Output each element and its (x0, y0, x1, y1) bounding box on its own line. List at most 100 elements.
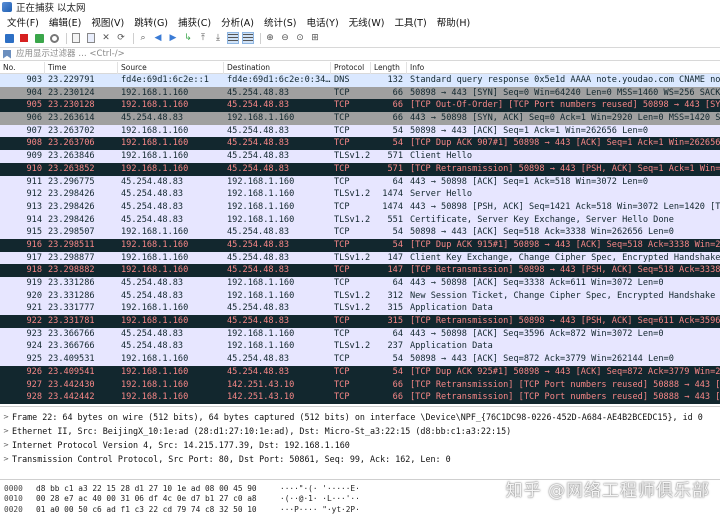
column-header-no[interactable]: No. (0, 62, 45, 74)
restart-icon[interactable] (33, 32, 45, 44)
packet-length: 66 (392, 392, 403, 403)
packet-row[interactable]: 916 23.298511 192.168.1.160 45.254.48.83 TCP… (0, 238, 720, 252)
packet-destination: 45.254.48.83 (227, 100, 290, 111)
bytes-hex[interactable]: 00 28 e7 ac 40 00 31 06 df 4c 0e d7 b1 2… (36, 494, 280, 503)
packet-row[interactable]: 910 23.263852 192.168.1.160 45.254.48.83 TCP… (0, 162, 720, 176)
packet-protocol: DNS (334, 75, 350, 85)
reload-icon[interactable]: ⟳ (115, 32, 127, 44)
close-file-icon[interactable]: ✕ (100, 32, 112, 44)
packet-length: 64 (392, 176, 403, 187)
expand-arrow-icon[interactable]: > (0, 427, 12, 435)
packet-row[interactable]: 915 23.298507 192.168.1.160 45.254.48.83 TCP… (0, 226, 720, 239)
packet-row[interactable]: 912 23.298426 45.254.48.83 192.168.1.160 TLS… (0, 188, 720, 201)
packet-time: 23.229791 (48, 75, 95, 85)
menu-help[interactable]: 帮助(H) (432, 15, 476, 29)
column-header-info[interactable]: Info (407, 62, 720, 74)
go-to-icon[interactable]: ↳ (182, 32, 194, 44)
packet-row[interactable]: 913 23.298426 45.254.48.83 192.168.1.160 TCP… (0, 200, 720, 214)
packet-row[interactable]: 919 23.331286 45.254.48.83 192.168.1.160 TCP… (0, 277, 720, 290)
packet-row[interactable]: 921 23.331777 192.168.1.160 45.254.48.83 TLS… (0, 302, 720, 316)
normal-size-icon[interactable]: ⊙ (294, 32, 306, 44)
menu-capture[interactable]: 捕获(C) (173, 15, 216, 29)
column-header-source[interactable]: Source (118, 62, 224, 74)
find-icon[interactable]: ⌕ (137, 32, 149, 44)
options-gear-icon[interactable] (48, 32, 60, 44)
back-icon[interactable]: ◀ (152, 32, 164, 44)
packet-row[interactable]: 925 23.409531 192.168.1.160 45.254.48.83 TCP… (0, 353, 720, 366)
colorize-icon[interactable] (242, 32, 254, 44)
menu-go[interactable]: 跳转(G) (129, 15, 173, 29)
packet-row[interactable]: 904 23.230124 192.168.1.160 45.254.48.83 TCP… (0, 86, 720, 100)
menu-tools[interactable]: 工具(T) (389, 15, 431, 29)
packet-protocol: TCP (334, 379, 350, 390)
zoom-in-icon[interactable]: ⊕ (264, 32, 276, 44)
shark-fin-icon[interactable] (3, 32, 15, 44)
column-header-time[interactable]: Time (45, 62, 118, 74)
packet-row[interactable]: 906 23.263614 45.254.48.83 192.168.1.160 TCP… (0, 112, 720, 125)
packet-row[interactable]: 917 23.298877 192.168.1.160 45.254.48.83 TLS… (0, 251, 720, 265)
packet-source: 192.168.1.160 (121, 316, 189, 327)
packet-protocol: TLSv1.2 (334, 303, 371, 314)
packet-length: 551 (387, 214, 403, 225)
packet-row[interactable]: 905 23.230128 192.168.1.160 45.254.48.83 TCP… (0, 99, 720, 113)
menu-telephony[interactable]: 电话(Y) (301, 15, 343, 29)
autoscroll-icon[interactable] (227, 32, 239, 44)
bytes-ascii[interactable]: ·(··@·1· ·L···'·· (280, 494, 400, 503)
packet-row[interactable]: 920 23.331286 45.254.48.83 192.168.1.160 TLS… (0, 289, 720, 303)
packet-info: [TCP Dup ACK 925#1] 50898 → 443 [ACK] Se… (410, 366, 720, 377)
forward-icon[interactable]: ▶ (167, 32, 179, 44)
first-icon[interactable]: ⤒ (197, 32, 209, 44)
menu-wireless[interactable]: 无线(W) (344, 15, 390, 29)
packet-time: 23.331781 (48, 316, 95, 327)
column-header-protocol[interactable]: Protocol (331, 62, 371, 74)
bytes-ascii[interactable]: ···P···· "·yt·2P· (280, 505, 400, 514)
stop-icon[interactable] (18, 32, 30, 44)
bytes-hex[interactable]: d8 bb c1 a3 22 15 28 d1 27 10 1e ad 08 0… (36, 484, 280, 493)
packet-row[interactable]: 923 23.366766 45.254.48.83 192.168.1.160 TCP… (0, 327, 720, 341)
packet-row[interactable]: 922 23.331781 192.168.1.160 45.254.48.83 TCP… (0, 315, 720, 328)
zoom-out-icon[interactable]: ⊖ (279, 32, 291, 44)
detail-row-ip[interactable]: > Internet Protocol Version 4, Src: 14.2… (0, 438, 720, 452)
menu-view[interactable]: 视图(V) (86, 15, 129, 29)
last-icon[interactable]: ⤓ (212, 32, 224, 44)
detail-row-tcp[interactable]: > Transmission Control Protocol, Src Por… (0, 452, 720, 466)
menu-file[interactable]: 文件(F) (2, 15, 44, 29)
packet-row[interactable]: 918 23.298882 192.168.1.160 45.254.48.83 TCP… (0, 264, 720, 277)
menu-edit[interactable]: 编辑(E) (44, 15, 86, 29)
detail-row-ethernet[interactable]: > Ethernet II, Src: BeijingX_10:1e:ad (2… (0, 424, 720, 438)
packet-source: fd4e:69d1:6c2e::1 (121, 75, 209, 85)
expand-arrow-icon[interactable]: > (0, 455, 12, 463)
resize-columns-icon[interactable]: ⊞ (309, 32, 321, 44)
packet-row[interactable]: 928 23.442442 192.168.1.160 142.251.43.10 TC… (0, 391, 720, 404)
save-file-icon[interactable] (85, 32, 97, 44)
column-header-length[interactable]: Length (371, 62, 407, 74)
packet-length: 66 (392, 100, 403, 111)
display-filter-input[interactable] (16, 48, 666, 60)
packet-row[interactable]: 908 23.263706 192.168.1.160 45.254.48.83 TCP… (0, 137, 720, 151)
bytes-ascii[interactable]: ····"·(· '·····E· (280, 484, 400, 493)
packet-time: 23.409541 (48, 366, 95, 377)
bytes-hex[interactable]: 01 a0 00 50 c6 ad f1 c3 22 cd 79 74 c8 3… (36, 505, 280, 514)
packet-row[interactable]: 914 23.298426 45.254.48.83 192.168.1.160 TLS… (0, 213, 720, 227)
expand-arrow-icon[interactable]: > (0, 413, 12, 421)
menu-statistics[interactable]: 统计(S) (259, 15, 301, 29)
packet-no: 904 (26, 87, 42, 98)
toolbar-divider (133, 32, 134, 44)
packet-protocol: TLSv1.2 (334, 290, 371, 301)
packet-time: 23.296775 (48, 176, 95, 187)
open-file-icon[interactable] (70, 32, 82, 44)
packet-row[interactable]: 909 23.263846 192.168.1.160 45.254.48.83 TLS… (0, 150, 720, 163)
packet-row[interactable]: 907 23.263702 192.168.1.160 45.254.48.83 TCP… (0, 124, 720, 138)
packet-details-pane[interactable]: > Frame 22: 64 bytes on wire (512 bits),… (0, 406, 720, 480)
detail-row-frame[interactable]: > Frame 22: 64 bytes on wire (512 bits),… (0, 410, 720, 424)
filter-bookmark-icon[interactable] (3, 49, 11, 59)
packet-row[interactable]: 924 23.366766 45.254.48.83 192.168.1.160 TLS… (0, 340, 720, 354)
column-header-destination[interactable]: Destination (224, 62, 331, 74)
packet-row[interactable]: 903 23.229791 fd4e:69d1:6c2e::1 fd4e:69d1:6… (0, 74, 720, 87)
packet-row[interactable]: 926 23.409541 192.168.1.160 45.254.48.83 TCP… (0, 365, 720, 379)
packet-list[interactable]: No. Time Source Destination Protocol Len… (0, 62, 720, 405)
packet-row[interactable]: 927 23.442430 192.168.1.160 142.251.43.10 TC… (0, 378, 720, 392)
expand-arrow-icon[interactable]: > (0, 441, 12, 449)
menu-analyze[interactable]: 分析(A) (216, 15, 259, 29)
packet-row[interactable]: 911 23.296775 45.254.48.83 192.168.1.160 TCP… (0, 175, 720, 189)
